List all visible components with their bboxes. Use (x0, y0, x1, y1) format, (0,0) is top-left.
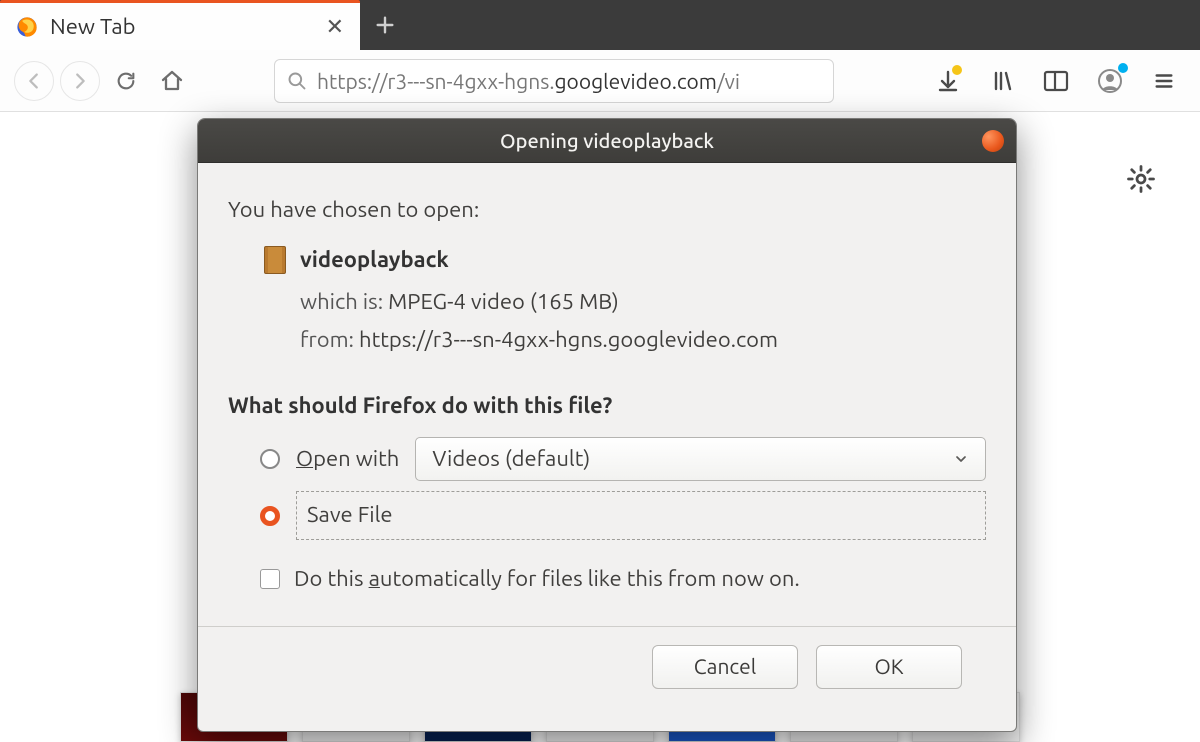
downloads-indicator-dot (952, 65, 962, 75)
search-icon (287, 71, 307, 91)
navigation-toolbar: https://r3---sn-4gxx-hgns.googlevideo.co… (0, 50, 1200, 112)
url-text: https://r3---sn-4gxx-hgns.googlevideo.co… (317, 69, 821, 93)
home-button[interactable] (152, 61, 192, 101)
dialog-close-button[interactable] (982, 130, 1004, 152)
save-file-label: Save File (307, 502, 393, 527)
tab-title: New Tab (50, 14, 314, 39)
tab-close-icon[interactable]: ✕ (326, 14, 344, 40)
url-bar[interactable]: https://r3---sn-4gxx-hgns.googlevideo.co… (274, 59, 834, 103)
action-question: What should Firefox do with this file? (228, 389, 986, 423)
remember-choice-row: Do this automatically for files like thi… (228, 562, 986, 596)
forward-button[interactable] (60, 61, 100, 101)
tab-strip: New Tab ✕ (0, 0, 1200, 50)
open-with-radio[interactable] (260, 449, 280, 469)
gear-icon[interactable] (1126, 164, 1156, 194)
sidebar-icon[interactable] (1040, 65, 1072, 97)
film-icon (264, 246, 286, 274)
download-dialog: Opening videoplayback You have chosen to… (197, 118, 1017, 732)
account-notification-dot (1118, 63, 1128, 73)
open-with-selected-app: Videos (default) (432, 442, 590, 476)
remember-choice-label[interactable]: Do this automatically for files like thi… (294, 562, 800, 596)
from-label: from: (300, 327, 354, 352)
account-icon[interactable] (1094, 65, 1126, 97)
firefox-icon (16, 16, 38, 38)
library-icon[interactable] (986, 65, 1018, 97)
chevron-down-icon (953, 451, 969, 467)
open-with-application-dropdown[interactable]: Videos (default) (415, 437, 986, 481)
which-is-label: which is: (300, 289, 383, 314)
file-row: videoplayback (228, 243, 986, 277)
browser-tab[interactable]: New Tab ✕ (0, 0, 360, 50)
dialog-button-row: Cancel OK (228, 627, 986, 711)
dialog-title: Opening videoplayback (500, 129, 714, 152)
ok-button[interactable]: OK (816, 645, 962, 689)
downloads-icon[interactable] (932, 65, 964, 97)
cancel-button[interactable]: Cancel (652, 645, 798, 689)
file-type-row: which is: MPEG-4 video (165 MB) (228, 285, 986, 319)
menu-icon[interactable] (1148, 65, 1180, 97)
save-file-radio[interactable] (260, 506, 280, 526)
toolbar-actions (932, 65, 1186, 97)
dialog-intro-text: You have chosen to open: (228, 193, 986, 227)
new-tab-button[interactable] (360, 0, 410, 50)
save-file-option: Save File (228, 491, 986, 539)
from-value: https://r3---sn-4gxx-hgns.googlevideo.co… (359, 327, 778, 352)
open-with-label[interactable]: Open with (296, 442, 399, 476)
remember-choice-checkbox[interactable] (260, 569, 280, 589)
file-source-row: from: https://r3---sn-4gxx-hgns.googlevi… (228, 323, 986, 357)
which-is-value: MPEG-4 video (165 MB) (388, 289, 619, 314)
open-with-option: Open with Videos (default) (228, 437, 986, 481)
dialog-body: You have chosen to open: videoplayback w… (198, 163, 1016, 731)
dialog-titlebar[interactable]: Opening videoplayback (198, 119, 1016, 163)
file-name: videoplayback (300, 243, 449, 277)
save-file-box[interactable]: Save File (296, 491, 986, 539)
reload-button[interactable] (106, 61, 146, 101)
back-button[interactable] (14, 61, 54, 101)
